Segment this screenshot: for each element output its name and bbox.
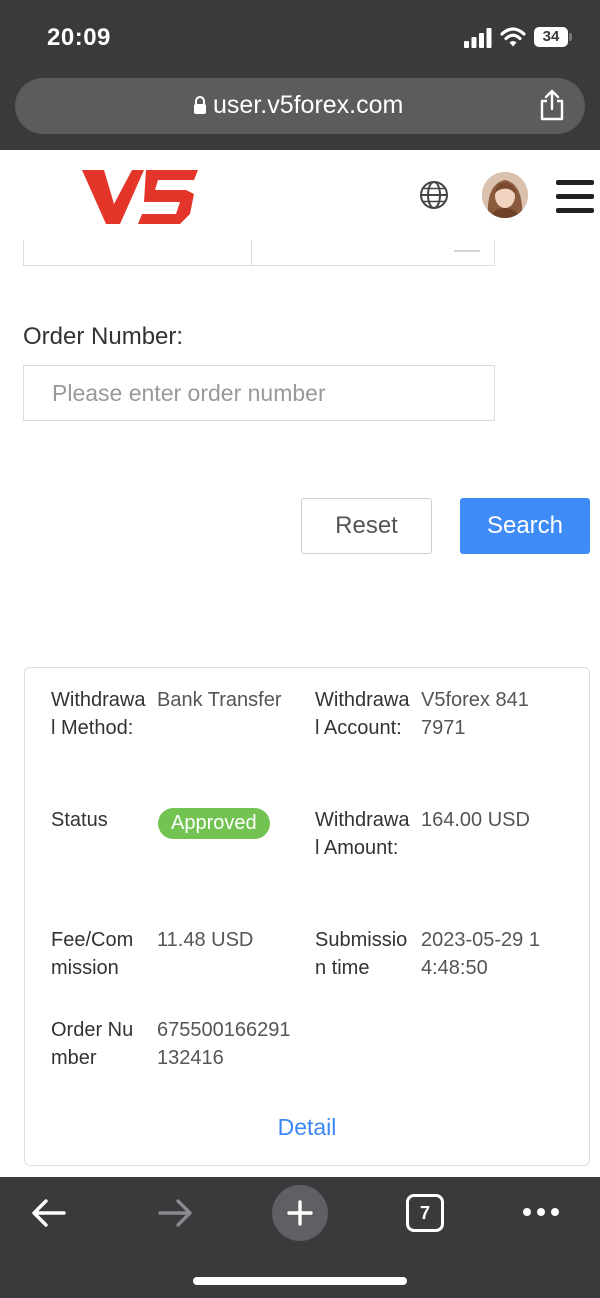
globe-icon[interactable]	[419, 180, 449, 210]
withdrawal-account-label: Withdrawal Account:	[315, 689, 410, 739]
wifi-icon	[500, 27, 526, 47]
hamburger-menu-icon[interactable]	[556, 180, 594, 214]
status-label: Status	[51, 809, 108, 831]
more-icon[interactable]	[522, 1207, 560, 1217]
battery-icon: 34	[534, 27, 568, 47]
avatar-image	[482, 172, 528, 218]
browser-address-area: user.v5forex.com	[0, 70, 600, 150]
calendar-icon	[454, 250, 480, 252]
withdrawal-amount-value: 164.00 USD	[421, 809, 530, 831]
withdrawal-method-label: Withdrawal Method:	[51, 689, 146, 739]
withdrawal-record-card: Withdrawal Method: Bank Transfer Withdra…	[24, 667, 590, 1166]
date-range-input[interactable]	[23, 240, 495, 266]
signal-icon	[464, 28, 492, 48]
order-number-value: 675500166291132416	[157, 1019, 291, 1069]
browser-toolbar: 7	[0, 1177, 600, 1298]
menu-bar	[556, 208, 594, 213]
back-icon[interactable]	[30, 1197, 68, 1229]
fee-commission-value: 11.48 USD	[157, 929, 254, 951]
share-icon[interactable]	[537, 89, 567, 121]
order-number-input[interactable]	[23, 365, 495, 421]
detail-link[interactable]: Detail	[25, 1114, 589, 1141]
withdrawal-amount-label: Withdrawal Amount:	[315, 809, 410, 859]
withdrawal-account-value: V5forex 8417971	[421, 689, 529, 739]
avatar[interactable]	[482, 172, 528, 218]
plus-icon	[287, 1200, 313, 1226]
menu-bar	[556, 194, 594, 199]
url-bar[interactable]: user.v5forex.com	[15, 78, 585, 134]
home-indicator[interactable]	[193, 1277, 407, 1285]
status-bar: 20:09 34	[0, 0, 600, 70]
status-time: 20:09	[47, 24, 111, 51]
url-text[interactable]: user.v5forex.com	[213, 91, 403, 120]
v5-logo[interactable]	[80, 162, 200, 230]
reset-button[interactable]: Reset	[301, 498, 432, 554]
order-number-label: Order Number	[51, 1019, 134, 1069]
fee-commission-label: Fee/Commission	[51, 929, 134, 979]
submission-time-value: 2023-05-29 14:48:50	[421, 929, 540, 979]
menu-bar	[556, 180, 594, 185]
new-tab-button[interactable]	[272, 1185, 328, 1241]
withdrawal-method-value: Bank Transfer	[157, 689, 282, 711]
site-header	[0, 150, 600, 240]
order-number-label: Order Number:	[23, 323, 184, 350]
tabs-icon[interactable]: 7	[406, 1194, 444, 1232]
status-badge: Approved	[158, 808, 270, 839]
battery-nub	[569, 33, 572, 41]
submission-time-label: Submission time	[315, 929, 408, 979]
date-range-divider	[251, 240, 252, 266]
search-button[interactable]: Search	[460, 498, 590, 554]
lock-icon	[194, 96, 206, 114]
forward-icon[interactable]	[156, 1197, 194, 1229]
